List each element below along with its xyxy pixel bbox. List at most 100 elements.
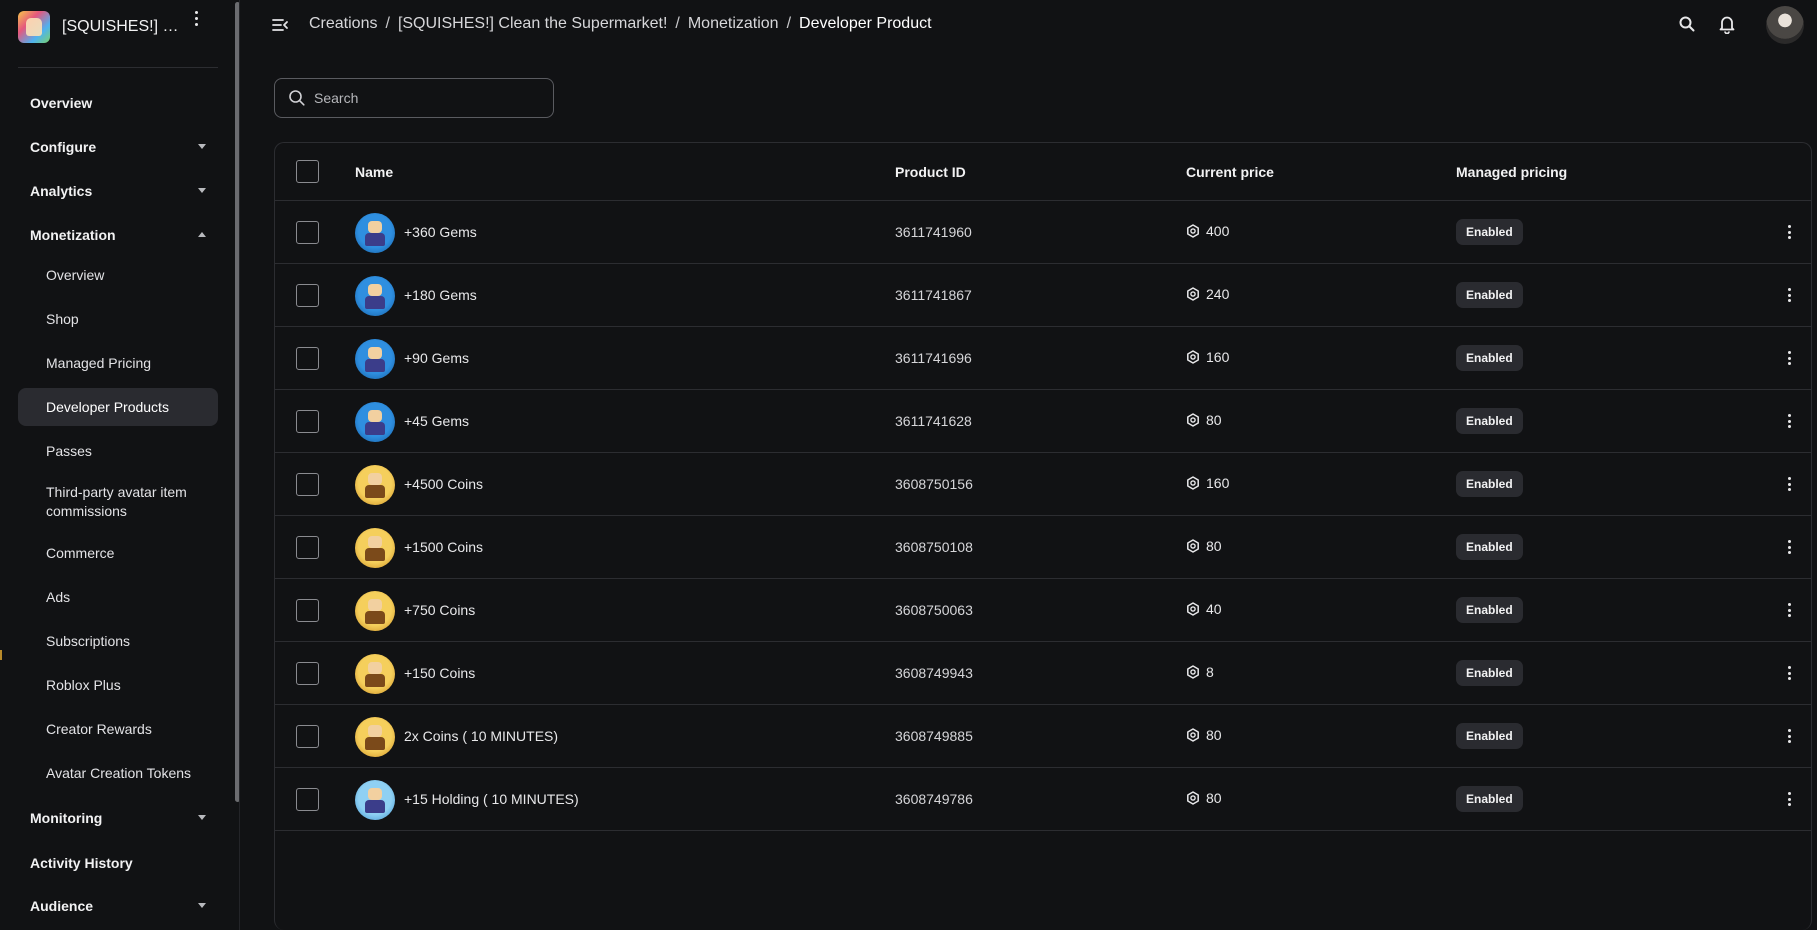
row-checkbox[interactable]: [296, 410, 319, 433]
sidebar-item-label: Overview: [30, 95, 93, 111]
sidebar-item-activity-history[interactable]: Activity History: [18, 845, 218, 881]
more-options-icon[interactable]: [1782, 726, 1796, 746]
sidebar-item-label: Developer Products: [46, 399, 169, 415]
search-field[interactable]: [274, 78, 554, 118]
row-checkbox[interactable]: [296, 599, 319, 622]
more-options-icon[interactable]: [1782, 474, 1796, 494]
sidebar-item-monetization[interactable]: Monetization: [18, 217, 218, 253]
table-row[interactable]: +1500 Coins 3608750108 80 Enabled: [275, 516, 1811, 579]
price-value: 40: [1206, 601, 1222, 617]
column-header-current-price[interactable]: Current price: [1186, 164, 1274, 180]
more-options-icon[interactable]: [1782, 600, 1796, 620]
product-icon: [355, 213, 395, 253]
sidebar-item-label: Passes: [46, 443, 92, 459]
table-row[interactable]: +45 Gems 3611741628 80 Enabled: [275, 390, 1811, 453]
price-value: 400: [1206, 223, 1230, 239]
more-options-icon[interactable]: [1782, 348, 1796, 368]
sidebar-item-developer-products[interactable]: Developer Products: [18, 388, 218, 426]
sidebar-item-passes[interactable]: Passes: [18, 432, 218, 470]
current-price: 80: [1186, 727, 1222, 743]
more-options-icon[interactable]: [1782, 411, 1796, 431]
sidebar-item-monetization-overview[interactable]: Overview: [18, 256, 218, 294]
sidebar-item-label: Shop: [46, 311, 79, 327]
product-name[interactable]: +1500 Coins: [404, 539, 483, 555]
more-options-icon[interactable]: [1782, 789, 1796, 809]
sidebar-item-monitoring[interactable]: Monitoring: [18, 800, 218, 836]
robux-icon: [1187, 602, 1199, 616]
sidebar-item-audience[interactable]: Audience: [18, 888, 218, 924]
select-all-checkbox[interactable]: [296, 160, 319, 183]
price-value: 80: [1206, 790, 1222, 806]
table-row[interactable]: +90 Gems 3611741696 160 Enabled: [275, 327, 1811, 390]
search-input[interactable]: [314, 90, 544, 106]
table-row[interactable]: +180 Gems 3611741867 240 Enabled: [275, 264, 1811, 327]
row-checkbox[interactable]: [296, 284, 319, 307]
managed-pricing-badge: Enabled: [1456, 345, 1523, 371]
avatar[interactable]: [1766, 6, 1804, 44]
row-checkbox[interactable]: [296, 662, 319, 685]
row-checkbox[interactable]: [296, 788, 319, 811]
sidebar-item-configure[interactable]: Configure: [18, 129, 218, 165]
sidebar-item-managed-pricing[interactable]: Managed Pricing: [18, 344, 218, 382]
sidebar-item-creator-rewards[interactable]: Creator Rewards: [18, 710, 218, 748]
row-checkbox[interactable]: [296, 473, 319, 496]
table-row[interactable]: +360 Gems 3611741960 400 Enabled: [275, 201, 1811, 264]
sidebar-item-analytics[interactable]: Analytics: [18, 173, 218, 209]
table-row[interactable]: 2x Coins ( 10 MINUTES) 3608749885 80 Ena…: [275, 705, 1811, 768]
edge-marker: [0, 650, 2, 660]
sidebar-item-commerce[interactable]: Commerce: [18, 534, 218, 572]
search-icon[interactable]: [1678, 15, 1696, 33]
column-header-name[interactable]: Name: [355, 164, 393, 180]
sidebar-item-subscriptions[interactable]: Subscriptions: [18, 622, 218, 660]
sidebar-item-shop[interactable]: Shop: [18, 300, 218, 338]
chevron-down-icon: [198, 903, 206, 908]
sidebar-item-avatar-creation-tokens[interactable]: Avatar Creation Tokens: [18, 754, 218, 792]
breadcrumb-experience[interactable]: [SQUISHES!] Clean the Supermarket!: [398, 15, 667, 33]
column-header-product-id[interactable]: Product ID: [895, 164, 966, 180]
product-name[interactable]: +360 Gems: [404, 224, 477, 240]
table-row[interactable]: +750 Coins 3608750063 40 Enabled: [275, 579, 1811, 642]
product-name[interactable]: +150 Coins: [404, 665, 475, 681]
sidebar-item-ads[interactable]: Ads: [18, 578, 218, 616]
product-name[interactable]: +15 Holding ( 10 MINUTES): [404, 791, 579, 807]
collapse-sidebar-icon[interactable]: [271, 16, 289, 34]
breadcrumb-current: Developer Product: [799, 15, 932, 32]
sidebar-item-third-party-commissions[interactable]: Third-party avatar item commissions: [18, 479, 218, 525]
breadcrumb-monetization[interactable]: Monetization: [688, 15, 779, 33]
product-name[interactable]: 2x Coins ( 10 MINUTES): [404, 728, 558, 744]
notifications-bell-icon[interactable]: [1718, 14, 1736, 34]
row-checkbox[interactable]: [296, 347, 319, 370]
price-value: 8: [1206, 664, 1214, 680]
project-more-icon[interactable]: [186, 8, 206, 28]
product-name[interactable]: +90 Gems: [404, 350, 469, 366]
more-options-icon[interactable]: [1782, 663, 1796, 683]
product-name[interactable]: +4500 Coins: [404, 476, 483, 492]
more-options-icon[interactable]: [1782, 222, 1796, 242]
table-row[interactable]: +15 Holding ( 10 MINUTES) 3608749786 80 …: [275, 768, 1811, 831]
sidebar-scrollbar-thumb[interactable]: [235, 2, 239, 802]
product-icon: [355, 276, 395, 316]
more-options-icon[interactable]: [1782, 537, 1796, 557]
managed-pricing-badge: Enabled: [1456, 471, 1523, 497]
sidebar-item-roblox-plus[interactable]: Roblox Plus: [18, 666, 218, 704]
current-price: 160: [1186, 349, 1229, 365]
product-name[interactable]: +750 Coins: [404, 602, 475, 618]
price-value: 80: [1206, 727, 1222, 743]
row-checkbox[interactable]: [296, 725, 319, 748]
table-row[interactable]: +150 Coins 3608749943 8 Enabled: [275, 642, 1811, 705]
row-checkbox[interactable]: [296, 536, 319, 559]
robux-icon: [1187, 413, 1199, 427]
table-header: Name Product ID Current price Managed pr…: [275, 143, 1811, 201]
product-name[interactable]: +180 Gems: [404, 287, 477, 303]
breadcrumb: Creations / [SQUISHES!] Clean the Superm…: [309, 15, 932, 33]
row-checkbox[interactable]: [296, 221, 319, 244]
sidebar-item-overview[interactable]: Overview: [18, 85, 218, 121]
breadcrumb-separator: /: [675, 15, 680, 32]
breadcrumb-creations[interactable]: Creations: [309, 15, 377, 33]
product-name[interactable]: +45 Gems: [404, 413, 469, 429]
column-header-managed-pricing[interactable]: Managed pricing: [1456, 164, 1567, 180]
more-options-icon[interactable]: [1782, 285, 1796, 305]
table-row[interactable]: +4500 Coins 3608750156 160 Enabled: [275, 453, 1811, 516]
current-price: 400: [1186, 223, 1229, 239]
product-id: 3608750108: [895, 539, 973, 555]
